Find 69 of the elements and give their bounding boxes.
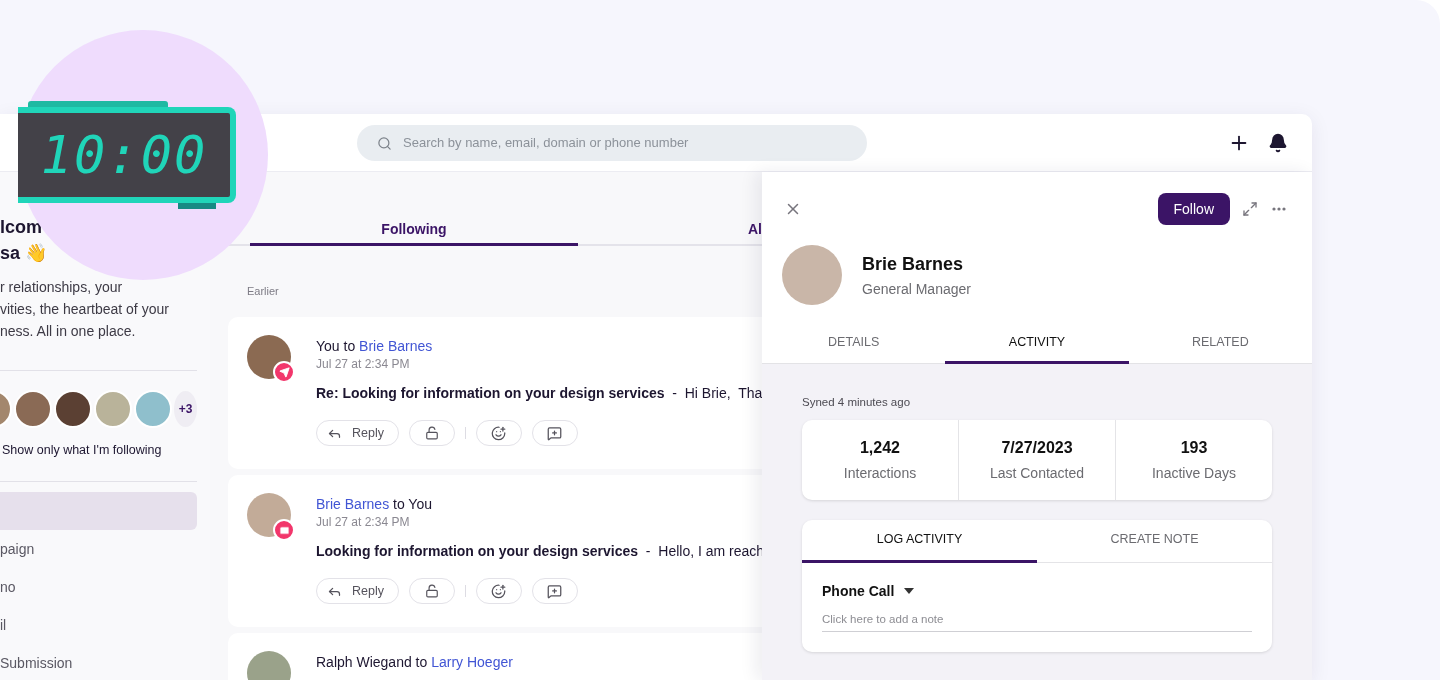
feed-tab[interactable]: Al (578, 222, 762, 246)
unlock-icon (424, 584, 439, 598)
message-time: Jul 27 at 2:34 PM (316, 515, 411, 529)
nav-item[interactable]: no (0, 568, 197, 606)
unlock-button[interactable] (408, 578, 455, 604)
bell-icon (1268, 132, 1288, 153)
add-comment-button[interactable] (531, 578, 578, 604)
nav-item[interactable]: paign (0, 530, 197, 568)
add-comment-icon (547, 425, 563, 441)
welcome-heading: lcom (0, 216, 43, 239)
message-heading: Ralph Wiegand to Larry Hoeger (316, 654, 513, 670)
contact-link[interactable]: Larry Hoeger (431, 654, 513, 670)
feed-tab[interactable]: Following (250, 222, 578, 246)
contact-name: Brie Barnes (862, 253, 965, 275)
unlock-button[interactable] (408, 420, 455, 446)
mail-icon (278, 524, 290, 536)
more-button[interactable] (1272, 207, 1286, 211)
stat-label: Last Contacted (989, 465, 1085, 481)
message-time: Jul 27 at 2:34 PM (316, 357, 411, 371)
avatar-placeholder (54, 390, 92, 428)
stat-value: 1,242 (859, 439, 900, 457)
notifications-button[interactable] (1268, 132, 1288, 153)
add-reaction-icon (491, 425, 507, 441)
stat-label: Interactions (843, 465, 917, 481)
send-icon (278, 366, 290, 378)
reply-button[interactable]: Reply (316, 578, 399, 604)
welcome-heading: sa 👋 (0, 242, 49, 265)
message-heading: You to Brie Barnes (316, 338, 434, 354)
nav-item[interactable]: Submission (0, 644, 197, 680)
unlock-icon (424, 426, 439, 440)
activity-type-dropdown[interactable]: Phone Call (822, 583, 915, 599)
search-field[interactable]: Search by name, email, domain or phone number (357, 124, 867, 161)
message-text: Re: Looking for information on your design services - Hi Brie, Tha (316, 385, 762, 401)
contact-link[interactable]: Brie Barnes (359, 338, 433, 354)
filter-label[interactable]: Show only what I'm following (2, 443, 197, 457)
panel-tab[interactable]: DETAILS (762, 319, 946, 364)
avatar-placeholder (134, 390, 172, 428)
section-label: Earlier (247, 285, 280, 297)
contact-photo-placeholder (782, 245, 842, 305)
avatar-placeholder (14, 390, 52, 428)
add-reaction-button[interactable] (475, 420, 522, 446)
intro-text: r relationships, your (0, 278, 124, 297)
message-heading: Brie Barnes to You (316, 496, 433, 512)
caret-icon (904, 588, 915, 594)
expand-icon (1242, 201, 1258, 217)
contact-link[interactable]: Brie Barnes (316, 496, 390, 512)
log-tab[interactable]: LOG ACTIVITY (802, 520, 1037, 563)
intro-text: ness. All in one place. (0, 322, 137, 341)
add-comment-button[interactable] (531, 420, 578, 446)
stat-label: Inactive Days (1151, 465, 1236, 481)
intro-text: vities, the heartbeat of your (0, 300, 170, 319)
nav-item[interactable]: il (0, 606, 197, 644)
stat-value: 193 (1180, 439, 1208, 457)
search-icon (377, 135, 392, 151)
stat-value: 7/27/2023 (1001, 439, 1073, 457)
clock-time: 10:00 (40, 129, 208, 181)
more-icon (1272, 207, 1286, 211)
follow-button[interactable]: Follow (1157, 193, 1230, 225)
add-reaction-icon (491, 583, 507, 599)
log-tab[interactable]: CREATE NOTE (1037, 520, 1272, 563)
more-avatars-count[interactable]: +3 (174, 391, 197, 427)
sync-status: Syned 4 minutes ago (802, 396, 912, 408)
panel-tab[interactable]: RELATED (1128, 319, 1312, 364)
reply-button[interactable]: Reply (316, 420, 399, 446)
contact-title: General Manager (862, 280, 971, 297)
avatar-placeholder (94, 390, 132, 428)
add-comment-icon (547, 583, 563, 599)
add-reaction-button[interactable] (475, 578, 522, 604)
expand-button[interactable] (1242, 201, 1258, 217)
